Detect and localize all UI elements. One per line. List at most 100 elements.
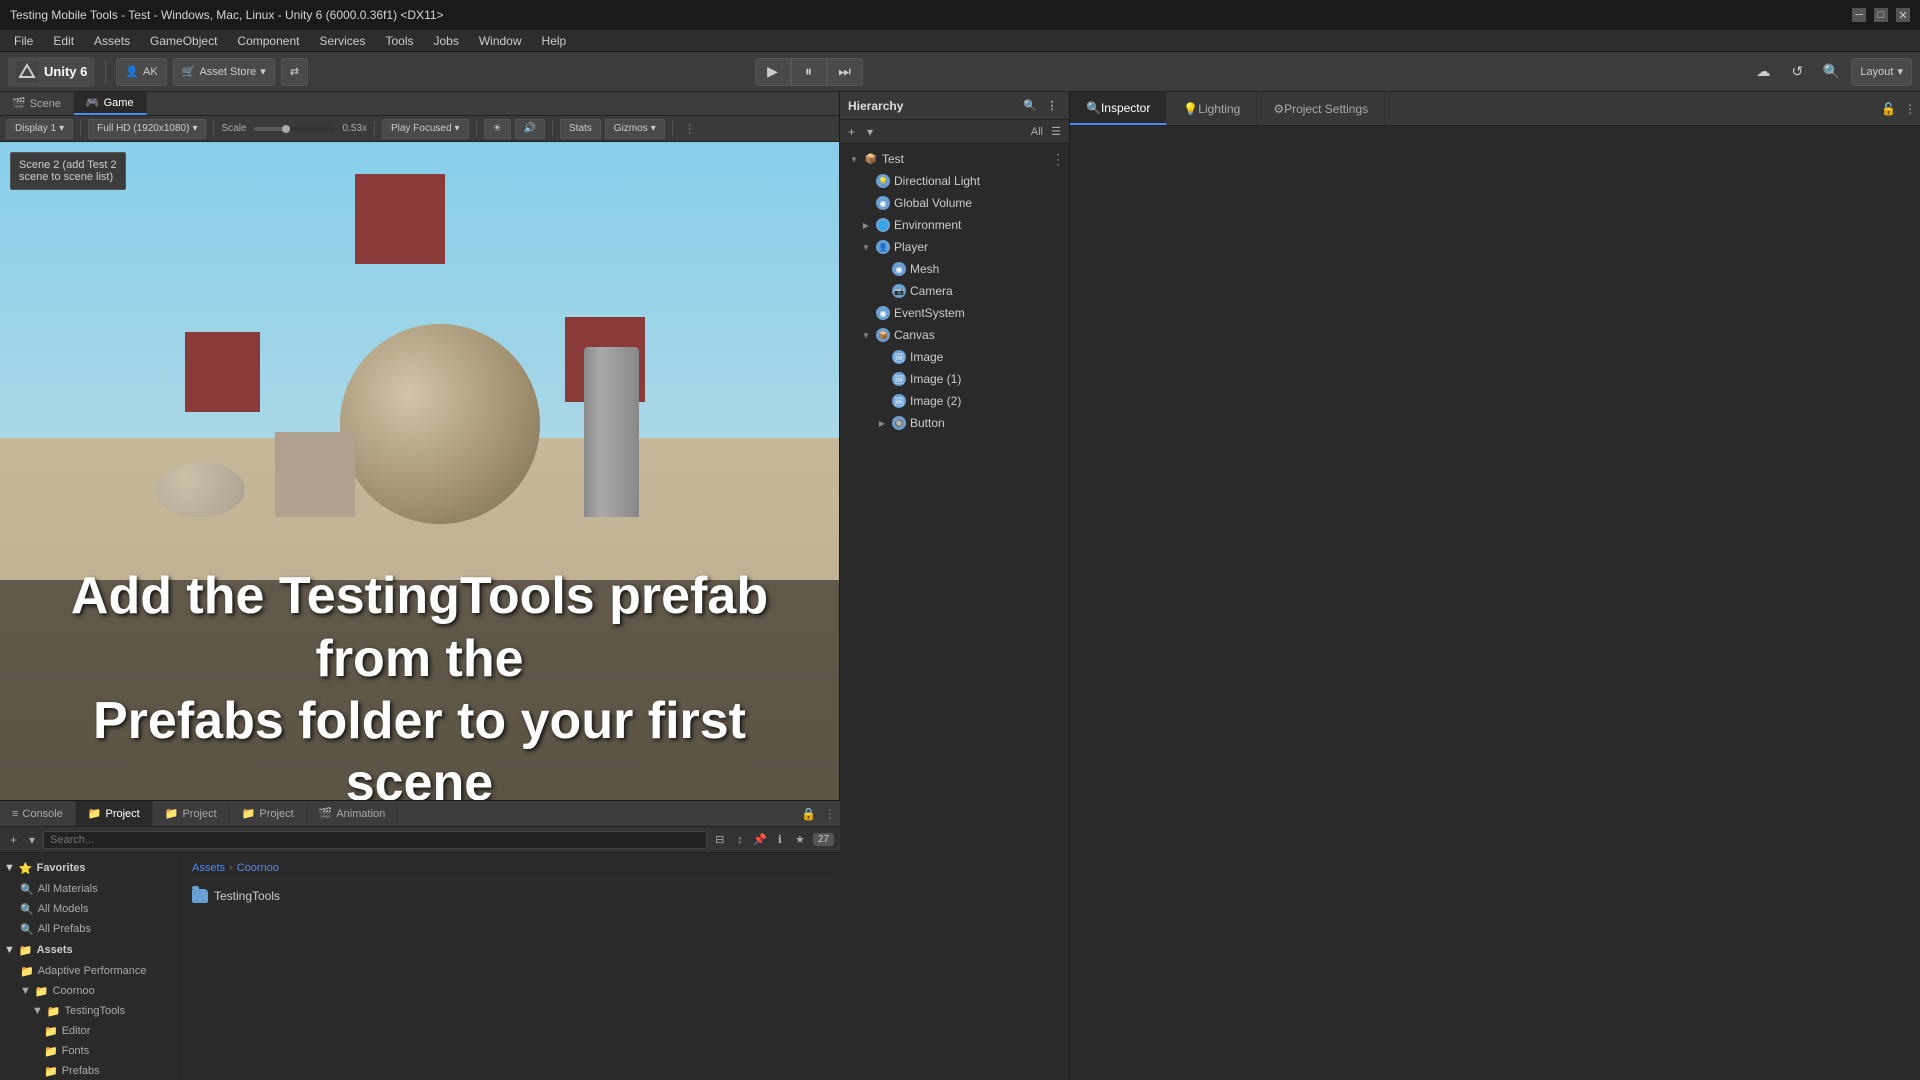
tree-item-image[interactable]: 🖼 Image <box>840 346 1069 368</box>
menu-edit[interactable]: Edit <box>45 32 82 50</box>
menu-file[interactable]: File <box>6 32 41 50</box>
test-more-icon[interactable]: ⋮ <box>1047 151 1069 168</box>
right-panel-more-icon[interactable]: ⋮ <box>1900 100 1920 118</box>
scene-tab[interactable]: 🎬 Scene <box>0 92 74 115</box>
scale-handle[interactable] <box>282 125 290 133</box>
sidebar-fonts[interactable]: 📁 Fonts <box>0 1041 179 1061</box>
sidebar-adaptive-performance[interactable]: 📁 Adaptive Performance <box>0 961 179 981</box>
sidebar-prefabs[interactable]: 📁 Prefabs <box>0 1061 179 1080</box>
right-panel-tabs: 🔍 Inspector 💡 Lighting ⚙ Project Setting… <box>1070 92 1920 126</box>
breadcrumb-coornoo[interactable]: Coornoo <box>237 862 279 874</box>
hierarchy-search-icon[interactable]: 🔍 <box>1021 97 1039 115</box>
hierarchy-add-button[interactable]: + <box>844 123 859 141</box>
breadcrumb-assets[interactable]: Assets <box>192 862 225 874</box>
cloud-button[interactable]: ☁ <box>1749 58 1777 86</box>
tree-item-mesh[interactable]: ◉ Mesh <box>840 258 1069 280</box>
tree-item-button[interactable]: ▶ 🔘 Button <box>840 412 1069 434</box>
minimize-button[interactable]: ─ <box>1852 8 1866 22</box>
menu-component[interactable]: Component <box>229 32 307 50</box>
global-volume-toggle <box>860 197 872 209</box>
hierarchy-more-icon[interactable]: ⋮ <box>1043 97 1061 115</box>
sidebar-testingtools[interactable]: ▼ 📁 TestingTools <box>0 1001 179 1021</box>
favorites-icon: ⭐ <box>19 862 33 875</box>
sidebar-all-materials[interactable]: 🔍 All Materials <box>0 879 179 899</box>
sidebar-editor[interactable]: 📁 Editor <box>0 1021 179 1041</box>
menu-window[interactable]: Window <box>471 32 530 50</box>
unity-logo[interactable]: Unity 6 <box>8 57 95 87</box>
tree-item-global-volume[interactable]: ◉ Global Volume <box>840 192 1069 214</box>
maximize-button[interactable]: □ <box>1874 8 1888 22</box>
tree-item-image2[interactable]: 🖼 Image (2) <box>840 390 1069 412</box>
tree-item-eventsystem[interactable]: ◉ EventSystem <box>840 302 1069 324</box>
right-panel-lock-icon[interactable]: 🔓 <box>1877 100 1900 118</box>
display-selector[interactable]: Display 1 ▾ <box>6 119 73 139</box>
resolution-selector[interactable]: Full HD (1920x1080) ▾ <box>88 119 206 139</box>
step-button[interactable]: ⏭ <box>827 58 863 86</box>
search-button[interactable]: 🔍 <box>1817 58 1845 86</box>
layout-button[interactable]: Layout ▾ <box>1851 58 1912 86</box>
info-icon[interactable]: ℹ <box>771 831 789 849</box>
sun-button[interactable]: ☀ <box>484 119 511 139</box>
close-button[interactable]: ✕ <box>1896 8 1910 22</box>
toolbar: Unity 6 👤 AK 🛒 Asset Store ▾ ⇄ ▶ ⏸ ⏭ ☁ ↺… <box>0 52 1920 92</box>
play-focused-chevron-icon: ▾ <box>455 123 460 134</box>
tree-item-directional-light[interactable]: 💡 Directional Light <box>840 170 1069 192</box>
bottom-tab-project1[interactable]: 📁 Project <box>76 801 153 826</box>
menu-services[interactable]: Services <box>311 32 373 50</box>
title-bar-controls: ─ □ ✕ <box>1852 8 1910 22</box>
bottom-tab-animation[interactable]: 🎬 Animation <box>307 801 399 826</box>
pin-icon[interactable]: 📌 <box>751 831 769 849</box>
search-filter-icon[interactable]: ⊟ <box>711 831 729 849</box>
tab-project-settings[interactable]: ⚙ Project Settings <box>1257 92 1385 125</box>
play-focused-button[interactable]: Play Focused ▾ <box>382 119 469 139</box>
scale-slider[interactable] <box>254 127 334 131</box>
tree-item-camera[interactable]: 📷 Camera <box>840 280 1069 302</box>
tree-item-player[interactable]: ▼ 👤 Player <box>840 236 1069 258</box>
sort-icon[interactable]: ↕ <box>731 831 749 849</box>
coornoo-folder-icon: 📁 <box>35 985 49 998</box>
bottom-add-button[interactable]: + <box>6 831 21 849</box>
bottom-menu-button[interactable]: ▾ <box>25 831 39 849</box>
bottom-tab-project3[interactable]: 📁 Project <box>230 801 307 826</box>
hierarchy-filter-icon[interactable]: ☰ <box>1047 123 1065 141</box>
menu-help[interactable]: Help <box>534 32 575 50</box>
hierarchy-down-button[interactable]: ▾ <box>863 123 877 141</box>
stats-button[interactable]: Stats <box>560 119 601 139</box>
menu-tools[interactable]: Tools <box>377 32 421 50</box>
tree-item-environment[interactable]: ▶ 🌐 Environment <box>840 214 1069 236</box>
audio-button[interactable]: 🔊 <box>515 119 545 139</box>
tab-lighting[interactable]: 💡 Lighting <box>1167 92 1257 125</box>
menu-jobs[interactable]: Jobs <box>425 32 466 50</box>
bottom-more-icon[interactable]: ⋮ <box>820 807 840 821</box>
pause-button[interactable]: ⏸ <box>791 58 827 86</box>
tree-item-image1[interactable]: 🖼 Image (1) <box>840 368 1069 390</box>
menu-gameobject[interactable]: GameObject <box>142 32 225 50</box>
project-search-input[interactable] <box>43 831 707 849</box>
play-button[interactable]: ▶ <box>755 58 791 86</box>
collab-button[interactable]: ⇄ <box>281 58 308 86</box>
history-button[interactable]: ↺ <box>1783 58 1811 86</box>
tree-item-test[interactable]: ▼ 📦 Test ⋮ <box>840 148 1069 170</box>
bottom-tab-console[interactable]: ≡ Console <box>0 801 76 826</box>
assets-header[interactable]: ▼ 📁 Assets <box>0 939 179 961</box>
scene-tab-label: Scene <box>30 98 61 110</box>
resolution-label: Full HD (1920x1080) <box>97 123 189 134</box>
gizmos-button[interactable]: Gizmos ▾ <box>605 119 665 139</box>
favorites-toggle-icon: ▼ <box>4 862 15 874</box>
game-tab[interactable]: 🎮 Game <box>74 92 147 115</box>
testingtools-folder-item[interactable]: TestingTools <box>188 883 832 909</box>
game-viewport[interactable]: Scene 2 (add Test 2 scene to scene list)… <box>0 142 839 800</box>
sidebar-coornoo[interactable]: ▼ 📁 Coornoo <box>0 981 179 1001</box>
sidebar-all-prefabs[interactable]: 🔍 All Prefabs <box>0 919 179 939</box>
favorites-header[interactable]: ▼ ⭐ Favorites <box>0 857 179 879</box>
bottom-lock-icon[interactable]: 🔒 <box>797 805 820 823</box>
asset-store-button[interactable]: 🛒 Asset Store ▾ <box>173 58 275 86</box>
sidebar-all-models[interactable]: 🔍 All Models <box>0 899 179 919</box>
star-icon[interactable]: ★ <box>791 831 809 849</box>
tab-inspector[interactable]: 🔍 Inspector <box>1070 92 1167 125</box>
tree-item-canvas[interactable]: ▼ 📦 Canvas <box>840 324 1069 346</box>
account-button[interactable]: 👤 AK <box>116 58 166 86</box>
more-options-button[interactable]: ⋮ <box>680 122 700 136</box>
bottom-tab-project2[interactable]: 📁 Project <box>153 801 230 826</box>
menu-assets[interactable]: Assets <box>86 32 138 50</box>
